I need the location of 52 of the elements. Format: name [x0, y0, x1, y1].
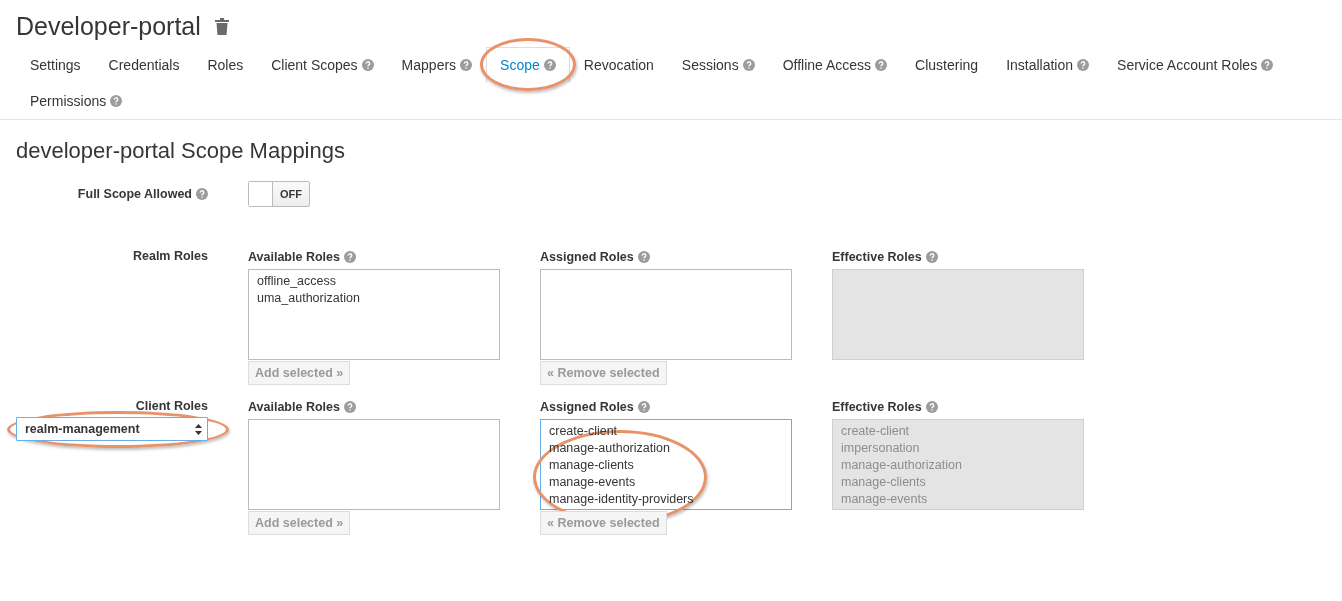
role-list[interactable]: offline_access uma_authorization [248, 269, 500, 360]
help-icon[interactable] [110, 95, 123, 107]
tab[interactable]: Service Account Roles [1103, 47, 1288, 83]
client-select[interactable]: realm-management [16, 417, 208, 441]
role-item[interactable]: create-client [549, 423, 783, 440]
trash-icon[interactable] [214, 18, 229, 35]
tab[interactable]: Sessions [667, 47, 769, 83]
tab[interactable]: Permissions [16, 83, 137, 119]
panel-title: Available Roles [248, 400, 340, 414]
help-icon[interactable] [196, 188, 208, 200]
help-icon[interactable] [637, 251, 650, 263]
tab[interactable]: Settings [16, 47, 95, 83]
tab[interactable]: Installation [992, 47, 1104, 83]
help-icon[interactable] [343, 401, 356, 413]
panel-title: Effective Roles [832, 250, 922, 264]
field-label: Full Scope Allowed [77, 187, 192, 201]
help-icon[interactable] [460, 59, 473, 71]
help-icon[interactable] [543, 59, 556, 71]
toggle-switch[interactable]: OFF [248, 181, 310, 207]
tab[interactable]: Credentials [94, 47, 194, 83]
role-item[interactable]: manage-events [549, 474, 783, 491]
role-item[interactable]: manage-clients [549, 457, 783, 474]
field-label: Client Roles [135, 399, 208, 413]
help-icon[interactable] [1077, 59, 1090, 71]
help-icon[interactable] [343, 251, 356, 263]
field-label: Realm Roles [132, 249, 208, 263]
help-icon[interactable] [1261, 59, 1274, 71]
help-icon[interactable] [925, 251, 938, 263]
role-item[interactable]: manage-identity-providers [549, 491, 783, 508]
role-list[interactable] [540, 269, 792, 360]
tab[interactable]: Scope [486, 47, 570, 83]
panel-title: Effective Roles [832, 400, 922, 414]
tab[interactable]: Offline Access [768, 47, 902, 83]
tab[interactable]: Clustering [901, 47, 993, 83]
select-arrows-icon [195, 423, 202, 435]
role-list[interactable] [248, 419, 500, 510]
page-title: Developer-portal [16, 12, 201, 41]
help-icon[interactable] [742, 59, 755, 71]
tab[interactable]: Revocation [569, 47, 668, 83]
panel-title: Assigned Roles [540, 400, 634, 414]
tab[interactable]: Mappers [387, 47, 487, 83]
tab[interactable]: Roles [193, 47, 258, 83]
role-item[interactable]: uma_authorization [257, 290, 491, 307]
help-icon[interactable] [361, 59, 374, 71]
panel-title: Assigned Roles [540, 250, 634, 264]
help-icon[interactable] [875, 59, 888, 71]
help-icon[interactable] [925, 401, 938, 413]
panel-title: Available Roles [248, 250, 340, 264]
section-heading: developer-portal Scope Mappings [16, 138, 346, 164]
help-icon[interactable] [637, 401, 650, 413]
role-item[interactable]: offline_access [257, 273, 491, 290]
tab[interactable]: Client Scopes [257, 47, 388, 83]
